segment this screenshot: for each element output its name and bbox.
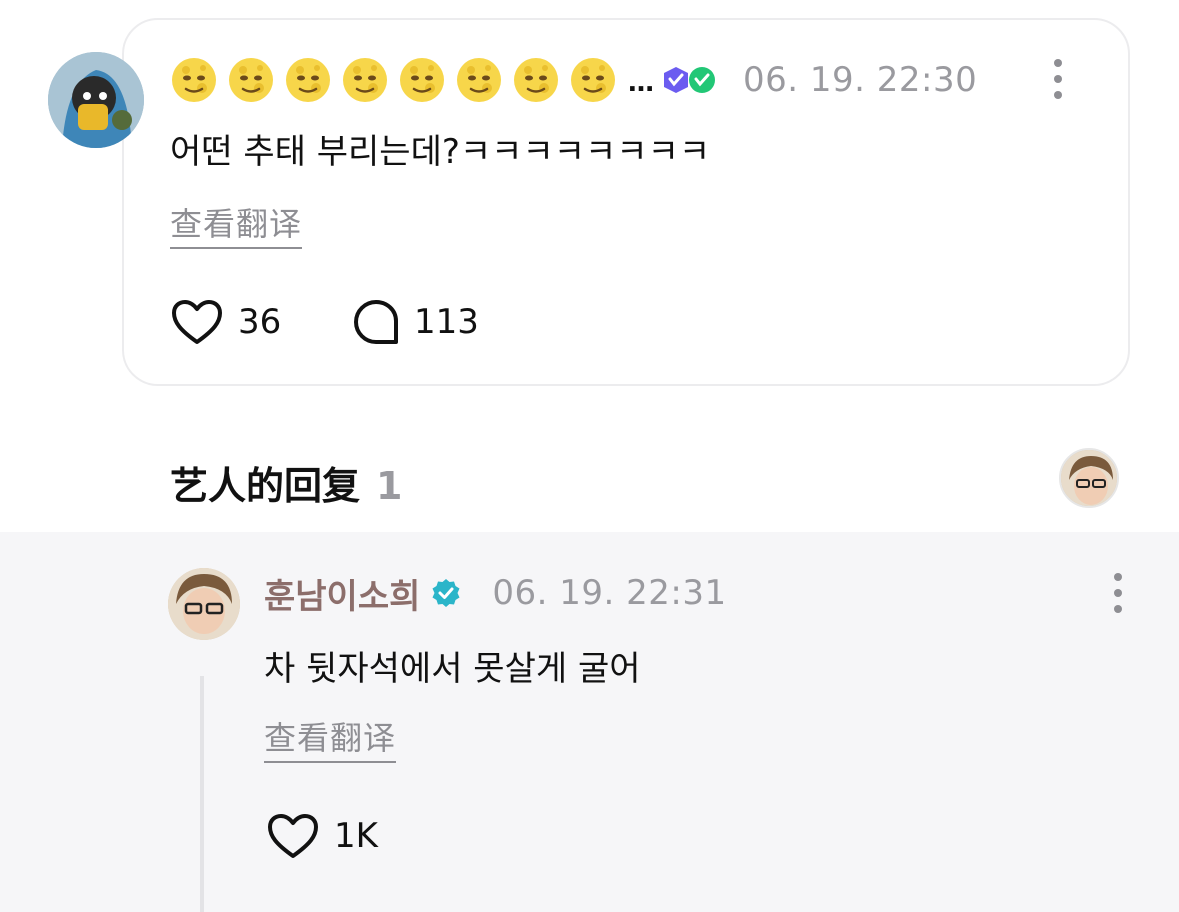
comment-body: 어떤 추태 부리는데?ㅋㅋㅋㅋㅋㅋㅋㅋ bbox=[170, 132, 711, 172]
full-moon-face-icon bbox=[286, 58, 330, 102]
reply-body: 차 뒷자석에서 못살게 굴어 bbox=[264, 649, 641, 689]
full-moon-face-icon bbox=[457, 58, 501, 102]
like-count: 36 bbox=[238, 302, 282, 342]
reply-author-name[interactable]: 훈남이소희 bbox=[264, 569, 420, 618]
full-moon-face-icon bbox=[514, 58, 558, 102]
user-avatar-icon bbox=[48, 52, 144, 148]
artist-avatar-small[interactable] bbox=[1059, 448, 1119, 508]
emoji-row bbox=[170, 56, 626, 104]
heart-outline-icon bbox=[172, 300, 222, 344]
reply-like-count: 1K bbox=[334, 816, 378, 856]
comment-timestamp: 06. 19. 22:30 bbox=[743, 60, 978, 100]
full-moon-face-icon bbox=[400, 58, 444, 102]
full-moon-face-icon bbox=[571, 58, 615, 102]
artist-avatar-icon bbox=[1061, 450, 1117, 506]
speech-bubble-icon bbox=[354, 300, 398, 344]
comment-header: … 06. 19. 22:30 bbox=[170, 55, 977, 105]
full-moon-face-icon bbox=[172, 58, 216, 102]
heart-outline-icon bbox=[268, 814, 318, 858]
commenter-avatar[interactable] bbox=[48, 52, 144, 148]
translate-link[interactable]: 查看翻译 bbox=[170, 199, 303, 249]
artist-avatar[interactable] bbox=[168, 568, 240, 640]
reply-count: 113 bbox=[414, 302, 479, 342]
artist-reply-heading: 艺人的回复 1 bbox=[170, 455, 402, 510]
full-moon-face-icon bbox=[229, 58, 273, 102]
reply-header: 훈남이소희 06. 19. 22:31 bbox=[264, 569, 727, 618]
reply-like-button[interactable]: 1K bbox=[266, 812, 378, 860]
like-button[interactable]: 36 bbox=[170, 298, 281, 346]
artist-reply-count: 1 bbox=[376, 464, 403, 508]
more-options-icon[interactable] bbox=[1052, 59, 1064, 99]
nickname-ellipsis: … bbox=[628, 68, 654, 98]
green-heart-badge-icon bbox=[689, 67, 715, 93]
artist-reply-title: 艺人的回复 bbox=[170, 464, 361, 508]
thread-line bbox=[200, 676, 204, 912]
verified-check-icon bbox=[432, 579, 460, 607]
reply-timestamp: 06. 19. 22:31 bbox=[492, 573, 727, 613]
artist-avatar-icon bbox=[168, 568, 240, 640]
reply-more-options-icon[interactable] bbox=[1112, 573, 1124, 613]
reply-button[interactable]: 113 bbox=[352, 298, 479, 346]
full-moon-face-icon bbox=[343, 58, 387, 102]
reply-translate-link[interactable]: 查看翻译 bbox=[264, 713, 397, 763]
